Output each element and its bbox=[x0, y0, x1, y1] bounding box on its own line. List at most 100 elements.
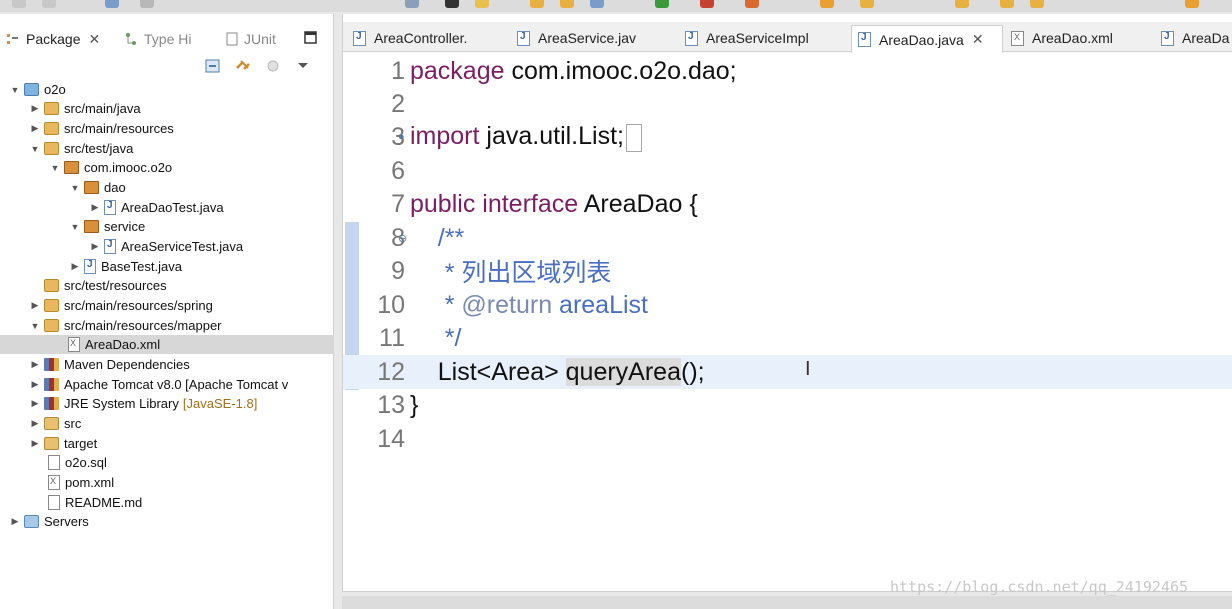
tree-item-label: src/main/resources bbox=[64, 121, 174, 136]
editor-tab-active[interactable]: AreaDao.java ✕ bbox=[851, 25, 1003, 53]
toolbar-icon[interactable] bbox=[140, 0, 154, 8]
tab-type-hierarchy[interactable]: Type Hi bbox=[124, 26, 191, 52]
toolbar-icon[interactable] bbox=[1000, 0, 1014, 8]
package-explorer-panel: Package ✕ Type Hi JUnit ▼ o2o ▶ src/main… bbox=[0, 14, 334, 609]
maximize-icon bbox=[304, 31, 317, 47]
toolbar-icon[interactable] bbox=[405, 0, 419, 8]
expand-arrow-icon[interactable]: ▼ bbox=[30, 144, 40, 154]
source-folder-icon bbox=[44, 102, 59, 115]
code-fragment: AreaDao { bbox=[578, 189, 698, 218]
tree-item[interactable]: ▼ src/main/resources/mapper bbox=[0, 316, 334, 335]
tree-item[interactable]: ▶ Servers bbox=[0, 512, 334, 531]
tree-item[interactable]: ▶ src/main/resources bbox=[0, 119, 334, 138]
tree-item[interactable]: ▶ JRE System Library [JavaSE-1.8] bbox=[0, 394, 334, 413]
link-with-editor-icon[interactable] bbox=[235, 58, 251, 74]
toolbar-icon[interactable] bbox=[590, 0, 604, 8]
toolbar-icon[interactable] bbox=[655, 0, 669, 8]
view-menu-icon[interactable] bbox=[295, 58, 311, 74]
expand-arrow-icon[interactable]: ▶ bbox=[30, 398, 40, 409]
tree-item[interactable]: ▼ service bbox=[0, 217, 334, 236]
tree-item[interactable]: ▶ AreaDaoTest.java bbox=[0, 198, 334, 217]
view-toolbar bbox=[205, 56, 311, 76]
tree-item[interactable]: ▶ target bbox=[0, 434, 334, 453]
toolbar-icon[interactable] bbox=[700, 0, 714, 8]
tree-item[interactable]: ▼ com.imooc.o2o bbox=[0, 158, 334, 177]
toolbar-icon[interactable] bbox=[560, 0, 574, 8]
close-icon[interactable]: ✕ bbox=[972, 31, 984, 48]
toolbar-icon[interactable] bbox=[1185, 0, 1199, 8]
tree-item[interactable]: ▶ src bbox=[0, 414, 334, 433]
toolbar-icon[interactable] bbox=[820, 0, 834, 8]
toolbar-icon[interactable] bbox=[530, 0, 544, 8]
tree-item-project[interactable]: ▼ o2o bbox=[0, 80, 334, 99]
xml-file-icon bbox=[48, 475, 60, 490]
expand-arrow-icon[interactable]: ▼ bbox=[10, 85, 20, 95]
expand-arrow-icon[interactable]: ▶ bbox=[30, 300, 40, 311]
toolbar-icon[interactable] bbox=[860, 0, 874, 8]
tree-item[interactable]: src/test/resources bbox=[0, 276, 334, 295]
watermark: https://blog.csdn.net/qq_24192465 bbox=[890, 578, 1189, 596]
focus-icon[interactable] bbox=[265, 58, 281, 74]
collapse-fold-icon[interactable]: ⊖ bbox=[398, 232, 407, 245]
editor-tab[interactable]: AreaServiceImpl bbox=[679, 25, 809, 51]
expand-arrow-icon[interactable]: ▶ bbox=[30, 418, 40, 429]
expand-fold-icon[interactable]: ● bbox=[398, 131, 405, 143]
expand-arrow-icon[interactable]: ▶ bbox=[30, 359, 40, 370]
collapse-all-icon[interactable] bbox=[205, 58, 221, 74]
toolbar-icon[interactable] bbox=[1030, 0, 1044, 8]
tree-item-label: src bbox=[64, 416, 82, 431]
code-area[interactable]: 1 package com.imooc.o2o.dao; 2 3 ● impor… bbox=[343, 52, 1232, 592]
expand-arrow-icon[interactable]: ▶ bbox=[30, 438, 40, 449]
tab-package-explorer[interactable]: Package ✕ bbox=[6, 26, 100, 52]
toolbar-icon[interactable] bbox=[745, 0, 759, 8]
expand-arrow-icon[interactable]: ▼ bbox=[70, 222, 80, 232]
tree-item[interactable]: README.md bbox=[0, 493, 334, 512]
toolbar-icon[interactable] bbox=[955, 0, 969, 8]
expand-arrow-icon[interactable]: ▼ bbox=[50, 163, 60, 173]
expand-arrow-icon[interactable]: ▶ bbox=[30, 103, 40, 114]
expand-arrow-icon[interactable]: ▶ bbox=[90, 241, 100, 252]
tree-item[interactable]: ▶ AreaServiceTest.java bbox=[0, 237, 334, 256]
folded-region-box[interactable] bbox=[625, 123, 642, 152]
comment: /** bbox=[410, 223, 465, 252]
tree-item-selected[interactable]: AreaDao.xml bbox=[0, 335, 334, 354]
keyword: public interface bbox=[410, 189, 579, 218]
editor-tab[interactable]: AreaDa bbox=[1155, 25, 1229, 51]
java-file-icon bbox=[104, 239, 116, 254]
code-line: 3 ● import java.util.List; bbox=[343, 120, 1232, 154]
expand-arrow-icon[interactable]: ▶ bbox=[70, 261, 80, 272]
tree-item[interactable]: pom.xml bbox=[0, 473, 334, 492]
toolbar-icon[interactable] bbox=[12, 0, 26, 8]
tree-item[interactable]: ▶ BaseTest.java bbox=[0, 257, 334, 276]
tab-junit[interactable]: JUnit bbox=[226, 26, 276, 52]
folder-icon bbox=[44, 417, 59, 430]
comment: * @return areaList bbox=[410, 291, 648, 320]
tree-item[interactable]: ▶ Maven Dependencies bbox=[0, 355, 334, 374]
tree-item[interactable]: ▼ src/test/java bbox=[0, 139, 334, 158]
expand-arrow-icon[interactable]: ▶ bbox=[30, 123, 40, 134]
tree-item[interactable]: ▶ Apache Tomcat v8.0 [Apache Tomcat v bbox=[0, 375, 334, 394]
expand-arrow-icon[interactable]: ▼ bbox=[70, 183, 80, 193]
toolbar-icon[interactable] bbox=[105, 0, 119, 8]
tree-item[interactable]: ▶ src/main/java bbox=[0, 99, 334, 118]
toolbar-icon[interactable] bbox=[475, 0, 489, 8]
tree-item[interactable]: ▼ dao bbox=[0, 178, 334, 197]
tree-item-label: src/main/java bbox=[64, 101, 141, 116]
expand-arrow-icon[interactable]: ▶ bbox=[90, 202, 100, 213]
toolbar-icon[interactable] bbox=[445, 0, 459, 8]
expand-arrow-icon[interactable]: ▼ bbox=[30, 321, 40, 331]
tab-label: Package bbox=[26, 31, 81, 47]
tree-item[interactable]: o2o.sql bbox=[0, 453, 334, 472]
maximize-view-button[interactable] bbox=[304, 26, 317, 52]
expand-arrow-icon[interactable]: ▶ bbox=[30, 379, 40, 390]
type-hierarchy-icon bbox=[124, 32, 138, 46]
tree-item[interactable]: ▶ src/main/resources/spring bbox=[0, 296, 334, 315]
editor-tab[interactable]: AreaService.jav bbox=[511, 25, 636, 51]
comment: */ bbox=[410, 323, 462, 352]
expand-arrow-icon[interactable]: ▶ bbox=[10, 516, 20, 527]
editor-tab[interactable]: AreaDao.xml bbox=[1005, 25, 1113, 51]
close-icon[interactable]: ✕ bbox=[88, 31, 100, 48]
source-folder-icon bbox=[44, 319, 59, 332]
toolbar-icon[interactable] bbox=[42, 0, 56, 8]
editor-tab[interactable]: AreaController. bbox=[347, 25, 467, 51]
